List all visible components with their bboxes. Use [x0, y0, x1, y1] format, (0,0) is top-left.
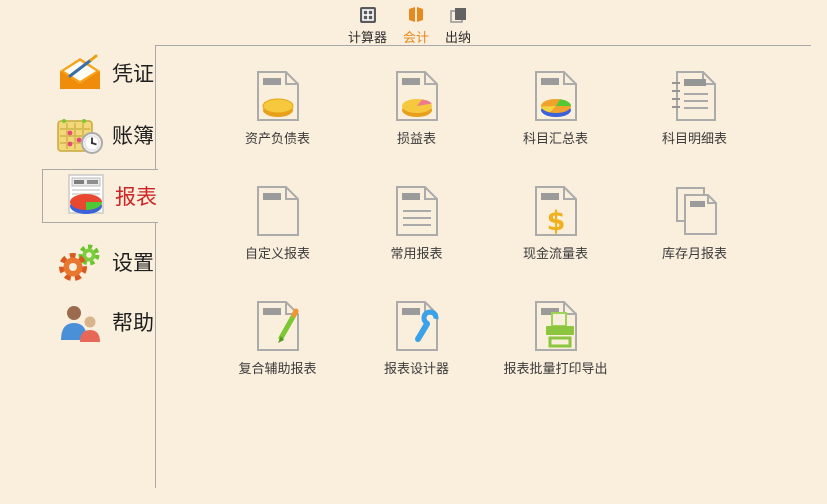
custom-report-icon: [255, 185, 301, 237]
toolbar-item-cashier[interactable]: 出纳: [445, 5, 471, 46]
batch-print-export-icon: [533, 300, 579, 352]
report-grid: 资产负债表 损益表: [208, 60, 764, 405]
report-item-batch-print-export[interactable]: 报表批量打印导出: [486, 290, 625, 405]
common-report-icon: [394, 185, 440, 237]
inventory-monthly-icon: [672, 185, 718, 237]
report-item-report-designer[interactable]: 报表设计器: [347, 290, 486, 405]
report-item-label: 科目汇总表: [523, 128, 588, 147]
cash-flow-icon: $: [533, 185, 579, 237]
sidebar-item-label: 凭证: [112, 58, 154, 88]
toolbar-item-label: 计算器: [348, 27, 387, 46]
report-item-label: 现金流量表: [523, 243, 588, 262]
calculator-icon: [358, 5, 378, 25]
sidebar-item-reports-selected[interactable]: 报表: [42, 169, 158, 223]
sidebar-item-label: 设置: [112, 247, 154, 277]
cashier-icon: [448, 5, 468, 25]
account-detail-icon: [672, 70, 718, 122]
report-item-income-statement[interactable]: 损益表: [347, 60, 486, 175]
app-window: 计算器 会计 出纳: [0, 0, 827, 504]
report-item-cash-flow[interactable]: $ 现金流量表: [486, 175, 625, 290]
help-people-icon: [56, 300, 104, 344]
report-item-custom-report[interactable]: 自定义报表: [208, 175, 347, 290]
report-item-label: 资产负债表: [245, 128, 310, 147]
report-item-label: 自定义报表: [245, 243, 310, 262]
toolbar-item-label: 出纳: [445, 27, 471, 46]
settings-gears-icon: [56, 240, 104, 284]
report-item-balance-sheet[interactable]: 资产负债表: [208, 60, 347, 175]
toolbar-item-label: 会计: [403, 27, 429, 46]
report-pie-icon: [63, 173, 109, 219]
toolbar-item-accounting[interactable]: 会计: [403, 5, 429, 46]
report-item-label: 报表批量打印导出: [503, 358, 607, 377]
report-designer-icon: [394, 300, 440, 352]
sidebar-item-label: 帮助: [112, 307, 154, 337]
sidebar-item-label: 账簿: [112, 120, 154, 150]
report-item-account-detail[interactable]: 科目明细表: [625, 60, 764, 175]
sidebar-item-voucher[interactable]: 凭证: [56, 47, 160, 99]
account-summary-icon: [533, 70, 579, 122]
svg-text:$: $: [546, 206, 565, 237]
report-item-label: 常用报表: [390, 243, 442, 262]
report-item-common-report[interactable]: 常用报表: [347, 175, 486, 290]
voucher-icon: [56, 51, 104, 95]
report-item-label: 科目明细表: [662, 128, 727, 147]
accounting-book-icon: [406, 5, 426, 25]
report-item-label: 损益表: [397, 128, 436, 147]
report-item-label: 复合辅助报表: [238, 358, 316, 377]
toolbar-item-calculator[interactable]: 计算器: [348, 5, 387, 46]
sidebar-item-help[interactable]: 帮助: [56, 296, 160, 348]
report-item-label: 报表设计器: [384, 358, 449, 377]
sidebar-item-settings[interactable]: 设置: [56, 236, 160, 288]
report-item-label: 库存月报表: [662, 243, 727, 262]
composite-aux-icon: [255, 300, 301, 352]
report-item-account-summary[interactable]: 科目汇总表: [486, 60, 625, 175]
report-item-inventory-monthly[interactable]: 库存月报表: [625, 175, 764, 290]
ledger-icon: [56, 113, 104, 157]
income-statement-icon: [394, 70, 440, 122]
report-item-composite-aux[interactable]: 复合辅助报表: [208, 290, 347, 405]
top-toolbar: 计算器 会计 出纳: [348, 5, 471, 46]
sidebar-item-ledger[interactable]: 账簿: [56, 109, 160, 161]
sidebar-item-label: 报表: [115, 181, 157, 211]
balance-sheet-icon: [255, 70, 301, 122]
